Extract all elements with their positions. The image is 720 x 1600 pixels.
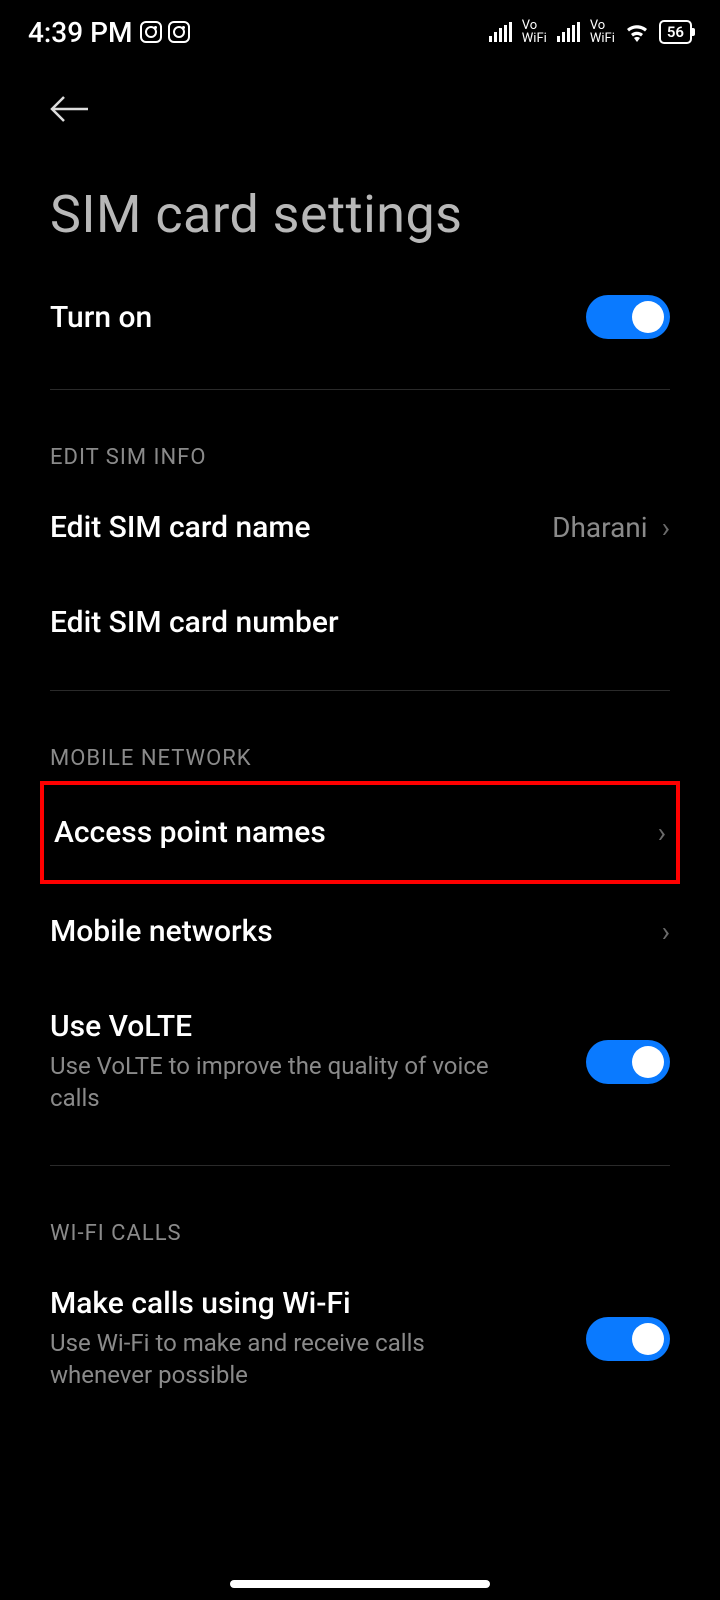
mobile-networks-row[interactable]: Mobile networks › xyxy=(50,884,670,979)
edit-sim-name-value: Dharani xyxy=(552,511,647,544)
notification-icons xyxy=(140,21,190,43)
section-header-edit-sim: EDIT SIM INFO xyxy=(50,410,670,480)
divider xyxy=(50,389,670,390)
battery-indicator: 56 xyxy=(659,20,692,44)
edit-sim-number-label: Edit SIM card number xyxy=(50,605,339,640)
edit-sim-name-value-area: Dharani › xyxy=(552,511,670,544)
signal-icon xyxy=(489,22,512,42)
edit-sim-name-row[interactable]: Edit SIM card name Dharani › xyxy=(50,480,670,575)
divider xyxy=(50,1165,670,1166)
page-title: SIM card settings xyxy=(50,184,670,245)
header: SIM card settings xyxy=(0,60,720,265)
apn-row[interactable]: Access point names › xyxy=(54,785,666,880)
status-left: 4:39 PM xyxy=(28,16,190,49)
wifi-calls-description: Use Wi-Fi to make and receive calls when… xyxy=(50,1327,530,1392)
wifi-icon xyxy=(625,22,649,42)
status-right: VoWiFi VoWiFi 56 xyxy=(489,19,692,45)
apn-label: Access point names xyxy=(54,815,326,850)
status-time: 4:39 PM xyxy=(28,16,132,49)
divider xyxy=(50,690,670,691)
status-bar: 4:39 PM VoWiFi VoWiFi 56 xyxy=(0,0,720,60)
volte-label: Use VoLTE xyxy=(50,1009,530,1044)
volte-description: Use VoLTE to improve the quality of voic… xyxy=(50,1050,530,1115)
wifi-calls-row[interactable]: Make calls using Wi-Fi Use Wi-Fi to make… xyxy=(50,1256,670,1422)
turn-on-row[interactable]: Turn on xyxy=(50,265,670,369)
highlight-annotation: Access point names › xyxy=(40,781,680,884)
wifi-calls-text: Make calls using Wi-Fi Use Wi-Fi to make… xyxy=(50,1286,530,1392)
edit-sim-name-label: Edit SIM card name xyxy=(50,510,311,545)
vowifi-indicator: VoWiFi xyxy=(522,19,547,45)
instagram-icon xyxy=(168,21,190,43)
section-header-mobile-network: MOBILE NETWORK xyxy=(50,711,670,781)
home-indicator[interactable] xyxy=(230,1580,490,1588)
wifi-calls-toggle[interactable] xyxy=(586,1317,670,1361)
volte-toggle[interactable] xyxy=(586,1040,670,1084)
settings-content: Turn on EDIT SIM INFO Edit SIM card name… xyxy=(0,265,720,1422)
vowifi-indicator: VoWiFi xyxy=(590,19,615,45)
chevron-right-icon: › xyxy=(662,915,670,948)
back-button[interactable] xyxy=(50,90,90,134)
wifi-calls-label: Make calls using Wi-Fi xyxy=(50,1286,530,1321)
section-header-wifi-calls: WI-FI CALLS xyxy=(50,1186,670,1256)
chevron-right-icon: › xyxy=(662,511,670,544)
volte-text: Use VoLTE Use VoLTE to improve the quali… xyxy=(50,1009,530,1115)
turn-on-label: Turn on xyxy=(50,300,152,335)
chevron-right-icon: › xyxy=(658,816,666,849)
edit-sim-number-row[interactable]: Edit SIM card number xyxy=(50,575,670,670)
volte-row[interactable]: Use VoLTE Use VoLTE to improve the quali… xyxy=(50,979,670,1145)
mobile-networks-label: Mobile networks xyxy=(50,914,273,949)
turn-on-toggle[interactable] xyxy=(586,295,670,339)
instagram-icon xyxy=(140,21,162,43)
signal-icon xyxy=(557,22,580,42)
